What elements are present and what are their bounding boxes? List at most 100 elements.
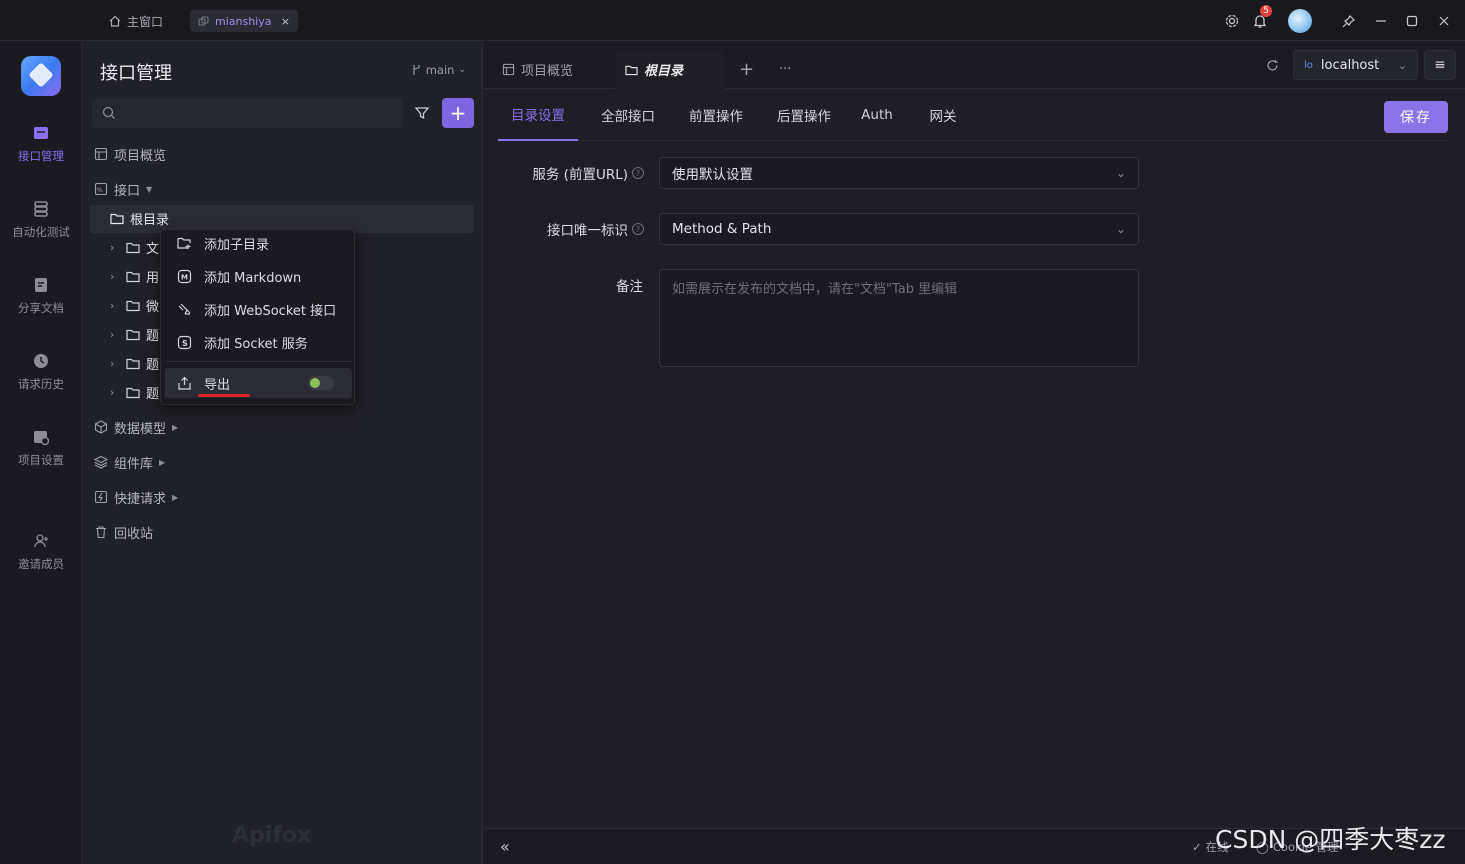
add-button[interactable]: + <box>442 98 474 128</box>
close-window-button[interactable] <box>1432 8 1456 34</box>
chevron-down-icon: ⌄ <box>458 65 466 75</box>
tree-item-folder[interactable]: › 微 <box>110 292 159 318</box>
filter-button[interactable] <box>408 98 436 128</box>
request-history-icon <box>31 351 51 371</box>
menu-item-add-folder[interactable]: 添加子目录 <box>165 228 352 258</box>
websocket-icon <box>178 303 191 315</box>
menu-item-export[interactable]: 导出 <box>165 368 352 398</box>
layers-icon <box>94 455 108 469</box>
tree-item-root[interactable]: 根目录 <box>110 205 169 231</box>
collapse-sidebar-icon[interactable]: « <box>500 837 510 856</box>
tree-item-overview[interactable]: 项目概览 <box>94 141 166 167</box>
branch-selector[interactable]: main ⌄ <box>411 63 466 77</box>
tab-label-root: 根目录 <box>644 64 684 79</box>
main-content: 项目概览 根目录 + ··· lo localhost ⌄ ≡ 目录设置 全部接… <box>484 41 1465 864</box>
folder-icon <box>110 213 124 224</box>
search-input[interactable] <box>92 98 402 128</box>
nav-project-settings[interactable]: 项目设置 <box>0 427 82 468</box>
tree-label-components: 组件库 <box>114 456 154 472</box>
tree-label-folder: 用 <box>146 270 160 286</box>
caret-right-icon: ▶ <box>159 457 166 467</box>
tree-label-overview: 项目概览 <box>114 148 167 164</box>
nav-request-history[interactable]: 请求历史 <box>0 351 82 392</box>
notification-badge: 5 <box>1260 5 1272 17</box>
help-icon[interactable]: ? <box>632 223 644 235</box>
tree-item-recycle-bin[interactable]: 回收站 <box>94 519 153 545</box>
nav-automation-test[interactable]: 自动化测试 <box>0 199 82 240</box>
close-icon[interactable]: × <box>281 15 290 28</box>
environment-selector[interactable]: lo localhost ⌄ <box>1293 50 1418 80</box>
unique-id-label: 接口唯一标识 ? <box>498 213 644 245</box>
tree-item-api[interactable]: % 接口 ▼ <box>94 176 152 202</box>
minimize-icon <box>1376 20 1386 22</box>
more-tabs-button[interactable]: ··· <box>769 50 801 89</box>
side-panel: 接口管理 main ⌄ + 项目概览 % 接口 ▼ 根目录 › 文 › 用 › … <box>82 41 483 864</box>
menu-item-add-websocket[interactable]: 添加 WebSocket 接口 <box>165 294 352 324</box>
project-tab[interactable]: mianshiya × <box>190 10 298 32</box>
nav-label-request-history: 请求历史 <box>18 377 64 391</box>
search-icon <box>102 106 115 119</box>
svg-text:S: S <box>182 339 188 348</box>
apifox-watermark: Apifox <box>232 823 312 848</box>
export-toggle[interactable] <box>308 376 334 390</box>
menu-item-add-socket[interactable]: S 添加 Socket 服务 <box>165 327 352 357</box>
tree-label-folder: 文 <box>146 241 160 257</box>
cube-icon <box>94 420 108 434</box>
folder-icon <box>625 65 638 75</box>
subtab-gateway[interactable]: 网关 <box>923 89 963 141</box>
tree-item-data-models[interactable]: 数据模型 ▶ <box>94 414 178 440</box>
subtab-post-operations[interactable]: 后置操作 <box>768 89 840 141</box>
notifications-button[interactable]: 5 <box>1248 5 1272 34</box>
nav-label-project-settings: 项目设置 <box>18 453 64 467</box>
minimize-button[interactable] <box>1369 8 1393 34</box>
home-icon <box>109 15 121 27</box>
overview-icon <box>502 63 515 76</box>
tree-item-folder[interactable]: › 题 <box>110 350 159 376</box>
unique-id-select[interactable]: Method & Path ⌄ <box>659 213 1139 245</box>
user-avatar[interactable] <box>1287 8 1313 34</box>
tree-item-folder[interactable]: › 题 <box>110 321 159 347</box>
server-select[interactable]: 使用默认设置 ⌄ <box>659 157 1139 189</box>
chevron-down-icon: ⌄ <box>1397 58 1407 72</box>
nav-invite-member[interactable]: 邀请成员 <box>0 531 82 572</box>
subtab-all-apis[interactable]: 全部接口 <box>592 89 664 141</box>
environment-menu-button[interactable]: ≡ <box>1424 50 1456 80</box>
save-button[interactable]: 保存 <box>1384 101 1448 133</box>
chevron-right-icon: › <box>110 240 115 254</box>
subtab-auth[interactable]: Auth <box>856 89 898 141</box>
refresh-button[interactable] <box>1261 53 1283 77</box>
automation-test-icon <box>31 199 51 219</box>
lightning-icon <box>94 490 108 504</box>
menu-item-add-markdown[interactable]: M 添加 Markdown <box>165 261 352 291</box>
unique-id-select-value: Method & Path <box>672 221 772 237</box>
settings-button[interactable] <box>1220 8 1244 34</box>
tree-item-folder[interactable]: › 用 <box>110 263 159 289</box>
tree-item-quick-requests[interactable]: 快捷请求 ▶ <box>94 484 178 510</box>
nav-label-automation-test: 自动化测试 <box>12 225 70 239</box>
tab-root[interactable]: 根目录 <box>615 50 725 89</box>
tree-item-components[interactable]: 组件库 ▶ <box>94 449 165 475</box>
project-settings-icon <box>31 427 51 447</box>
maximize-button[interactable] <box>1400 8 1424 34</box>
caret-right-icon: ▶ <box>172 492 179 502</box>
nav-api-management[interactable]: 接口管理 <box>0 123 82 164</box>
tab-overview[interactable]: 项目概览 <box>492 50 583 89</box>
subtab-directory-settings[interactable]: 目录设置 <box>498 89 578 141</box>
help-icon[interactable]: ? <box>632 167 644 179</box>
tree-label-api: 接口 <box>114 183 141 199</box>
note-label-text: 备注 <box>616 279 643 295</box>
socket-icon: S <box>177 335 192 349</box>
app-logo <box>21 56 61 96</box>
main-window-tab[interactable]: 主窗口 <box>108 10 163 32</box>
note-textarea[interactable]: 如需展示在发布的文档中，请在"文档"Tab 里编辑 <box>659 269 1139 367</box>
api-management-icon <box>31 123 51 143</box>
tree-item-folder[interactable]: › 文 <box>110 234 159 260</box>
chevron-down-icon: ⌄ <box>1115 166 1126 180</box>
tree-item-folder[interactable]: › 题 <box>110 379 159 405</box>
pin-button[interactable] <box>1336 8 1360 34</box>
subtab-pre-operations[interactable]: 前置操作 <box>680 89 752 141</box>
sub-tabs: 目录设置 全部接口 前置操作 后置操作 Auth 网关 <box>498 89 1448 141</box>
chevron-right-icon: › <box>110 327 115 341</box>
add-tab-button[interactable]: + <box>729 50 764 89</box>
nav-share-docs[interactable]: 分享文档 <box>0 275 82 316</box>
